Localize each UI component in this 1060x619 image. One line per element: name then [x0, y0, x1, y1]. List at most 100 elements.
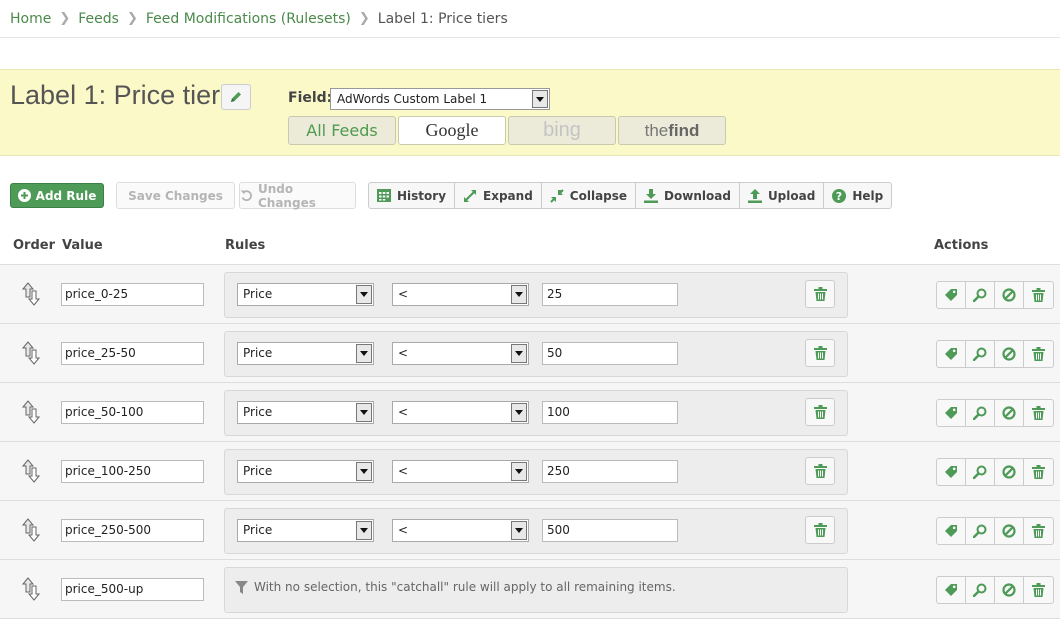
- tag-button[interactable]: [937, 577, 966, 603]
- drag-handle-icon[interactable]: [21, 518, 41, 542]
- drag-handle-icon[interactable]: [21, 459, 41, 483]
- delete-condition-button[interactable]: [805, 280, 835, 308]
- row-actions: [936, 576, 1054, 604]
- disable-button[interactable]: [995, 400, 1024, 426]
- disable-button[interactable]: [995, 282, 1024, 308]
- rule-operand-value: 500: [547, 523, 570, 537]
- tag-icon: [945, 525, 957, 537]
- upload-button[interactable]: Upload: [740, 183, 825, 208]
- search-button[interactable]: [966, 282, 995, 308]
- search-button[interactable]: [966, 341, 995, 367]
- rule-operand-input[interactable]: 250: [542, 460, 678, 483]
- rule-value-input[interactable]: price_250-500: [61, 519, 204, 542]
- collapse-button[interactable]: Collapse: [542, 183, 637, 208]
- rule-operand-input[interactable]: 100: [542, 401, 678, 424]
- download-button[interactable]: Download: [636, 183, 740, 208]
- history-button[interactable]: History: [369, 183, 456, 208]
- drag-handle-icon[interactable]: [21, 577, 41, 601]
- delete-condition-button[interactable]: [805, 516, 835, 544]
- rule-operand-input[interactable]: 50: [542, 342, 678, 365]
- rule-field-select[interactable]: Price: [237, 519, 374, 542]
- delete-row-button[interactable]: [1024, 577, 1053, 603]
- add-rule-label: Add Rule: [35, 188, 97, 203]
- search-icon: [973, 465, 987, 479]
- ban-icon: [1002, 406, 1016, 420]
- breadcrumb-home[interactable]: Home: [10, 11, 51, 27]
- rule-condition-box: Price < 25: [224, 272, 848, 318]
- delete-row-button[interactable]: [1024, 341, 1053, 367]
- ruleset-header: Label 1: Price tiers Field: AdWords Cust…: [0, 69, 1060, 156]
- delete-condition-button[interactable]: [805, 457, 835, 485]
- disable-button[interactable]: [995, 577, 1024, 603]
- rule-operator-select[interactable]: <: [392, 283, 529, 306]
- tag-button[interactable]: [937, 518, 966, 544]
- search-icon: [973, 524, 987, 538]
- undo-changes-button[interactable]: Undo Changes: [239, 182, 356, 210]
- tag-button[interactable]: [937, 341, 966, 367]
- tab-bing[interactable]: bing: [508, 116, 616, 145]
- rule-field-select[interactable]: Price: [237, 342, 374, 365]
- rule-operand-input[interactable]: 500: [542, 519, 678, 542]
- dropdown-arrow-icon: [356, 344, 372, 363]
- rule-operator-value: <: [398, 405, 409, 419]
- rule-operator-select[interactable]: <: [392, 342, 529, 365]
- breadcrumb-feeds[interactable]: Feeds: [78, 11, 119, 27]
- delete-condition-button[interactable]: [805, 398, 835, 426]
- field-select[interactable]: AdWords Custom Label 1: [330, 88, 550, 110]
- rule-operand-value: 100: [547, 405, 570, 419]
- rule-operator-select[interactable]: <: [392, 460, 529, 483]
- rule-field-select[interactable]: Price: [237, 401, 374, 424]
- expand-button[interactable]: Expand: [455, 183, 542, 208]
- search-button[interactable]: [966, 577, 995, 603]
- catchall-note: With no selection, this "catchall" rule …: [235, 580, 676, 594]
- rule-value-text: price_250-500: [65, 523, 152, 537]
- tag-button[interactable]: [937, 282, 966, 308]
- tag-button[interactable]: [937, 459, 966, 485]
- drag-handle-icon[interactable]: [21, 282, 41, 306]
- delete-row-button[interactable]: [1024, 282, 1053, 308]
- tab-all-feeds[interactable]: All Feeds: [288, 116, 396, 145]
- add-rule-button[interactable]: Add Rule: [10, 183, 104, 208]
- delete-row-button[interactable]: [1024, 459, 1053, 485]
- row-actions: [936, 281, 1054, 309]
- trash-icon: [813, 405, 827, 419]
- rule-field-select[interactable]: Price: [237, 283, 374, 306]
- rule-value-input[interactable]: price_25-50: [61, 342, 204, 365]
- help-button[interactable]: ? Help: [824, 183, 891, 208]
- delete-condition-button[interactable]: [805, 339, 835, 367]
- rule-value-text: price_0-25: [65, 287, 129, 301]
- rule-operator-select[interactable]: <: [392, 519, 529, 542]
- rule-operand-value: 25: [547, 287, 563, 301]
- rule-operand-value: 250: [547, 464, 570, 478]
- disable-button[interactable]: [995, 459, 1024, 485]
- rule-value-input[interactable]: price_100-250: [61, 460, 204, 483]
- drag-handle-icon[interactable]: [21, 341, 41, 365]
- rule-value-input[interactable]: price_0-25: [61, 283, 204, 306]
- bing-logo: bing: [543, 119, 581, 141]
- rule-operator-select[interactable]: <: [392, 401, 529, 424]
- tag-button[interactable]: [937, 400, 966, 426]
- row-actions: [936, 340, 1054, 368]
- rule-field-select[interactable]: Price: [237, 460, 374, 483]
- search-icon: [973, 288, 987, 302]
- tab-thefind[interactable]: thefind: [618, 116, 726, 145]
- edit-title-button[interactable]: [221, 84, 251, 110]
- save-changes-button[interactable]: Save Changes: [116, 182, 235, 209]
- search-button[interactable]: [966, 400, 995, 426]
- rule-field-value: Price: [243, 405, 273, 419]
- search-button[interactable]: [966, 518, 995, 544]
- disable-button[interactable]: [995, 518, 1024, 544]
- search-button[interactable]: [966, 459, 995, 485]
- delete-row-button[interactable]: [1024, 518, 1053, 544]
- svg-text:?: ?: [836, 190, 842, 203]
- rule-operand-input[interactable]: 25: [542, 283, 678, 306]
- rule-value-input[interactable]: price_500-up: [61, 578, 204, 601]
- rule-value-input[interactable]: price_50-100: [61, 401, 204, 424]
- tab-google[interactable]: Google: [398, 116, 506, 145]
- breadcrumb-feed-modifications[interactable]: Feed Modifications (Rulesets): [146, 11, 351, 27]
- disable-button[interactable]: [995, 341, 1024, 367]
- rule-field-value: Price: [243, 464, 273, 478]
- drag-handle-icon[interactable]: [21, 400, 41, 424]
- rule-row: price_0-25 Price < 25: [0, 265, 1060, 324]
- delete-row-button[interactable]: [1024, 400, 1053, 426]
